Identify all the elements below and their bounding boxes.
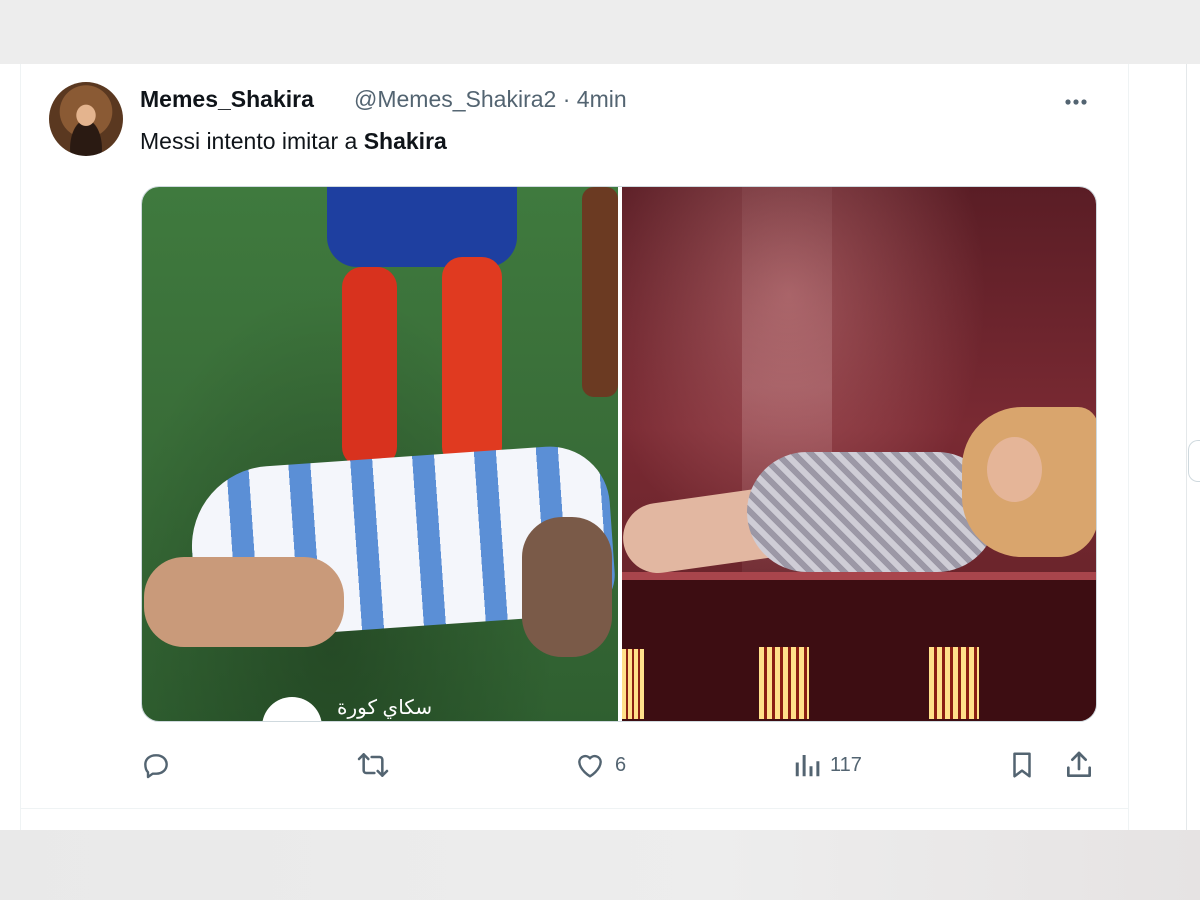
share-button[interactable] [1063, 745, 1095, 785]
avatar[interactable] [49, 82, 123, 156]
performer-face [987, 437, 1042, 502]
player-shorts [327, 187, 517, 267]
tweet-divider [20, 808, 1129, 809]
views-icon [792, 749, 822, 781]
retweet-button[interactable] [355, 745, 399, 785]
author-name[interactable]: Memes_Shakira [140, 86, 314, 113]
like-count: 6 [615, 753, 627, 776]
bottom-background [0, 830, 1200, 900]
share-icon [1063, 749, 1095, 781]
media-watermark: سكاي كورة [337, 697, 433, 719]
stage-edge [622, 572, 1096, 580]
tweet-meta: @Memes_Shakira2 · 4min [354, 86, 627, 113]
retweet-icon [355, 749, 391, 781]
lying-player-legs [144, 557, 344, 647]
stage-light-1 [622, 649, 644, 719]
player-leg-right [442, 257, 502, 467]
media-photo-football[interactable]: سكاي كورة [142, 187, 618, 721]
top-background [0, 0, 1200, 64]
tweet-text: Messi intento imitar a Shakira [140, 128, 447, 155]
author-handle[interactable]: @Memes_Shakira2 [354, 86, 556, 112]
more-horizontal-icon[interactable] [1062, 88, 1090, 123]
sidebar-card-edge [1188, 440, 1200, 482]
tweet-media[interactable]: سكاي كورة [141, 186, 1097, 722]
player-arm [582, 187, 618, 397]
views-button[interactable]: 117 [792, 745, 862, 785]
stage-light-2 [759, 647, 809, 719]
tweet-text-bold: Shakira [363, 128, 447, 154]
heart-icon [573, 749, 607, 781]
media-photo-concert[interactable] [618, 187, 1096, 721]
stage-platform [622, 577, 1096, 721]
reply-icon [140, 749, 172, 781]
player-leg-left [342, 267, 397, 467]
performer-outfit [747, 452, 997, 572]
tweet-text-regular: Messi intento imitar a [140, 128, 364, 154]
bookmark-icon [1007, 749, 1037, 781]
bookmark-button[interactable] [1007, 745, 1037, 785]
tweet-time[interactable]: 4min [577, 86, 627, 112]
like-button[interactable]: 6 [573, 745, 626, 785]
lying-player-arm [522, 517, 612, 657]
meta-separator: · [562, 86, 571, 112]
reply-button[interactable] [140, 745, 180, 785]
watermark-logo [262, 697, 322, 721]
stage-light-3 [929, 647, 979, 719]
views-count: 117 [830, 753, 862, 776]
